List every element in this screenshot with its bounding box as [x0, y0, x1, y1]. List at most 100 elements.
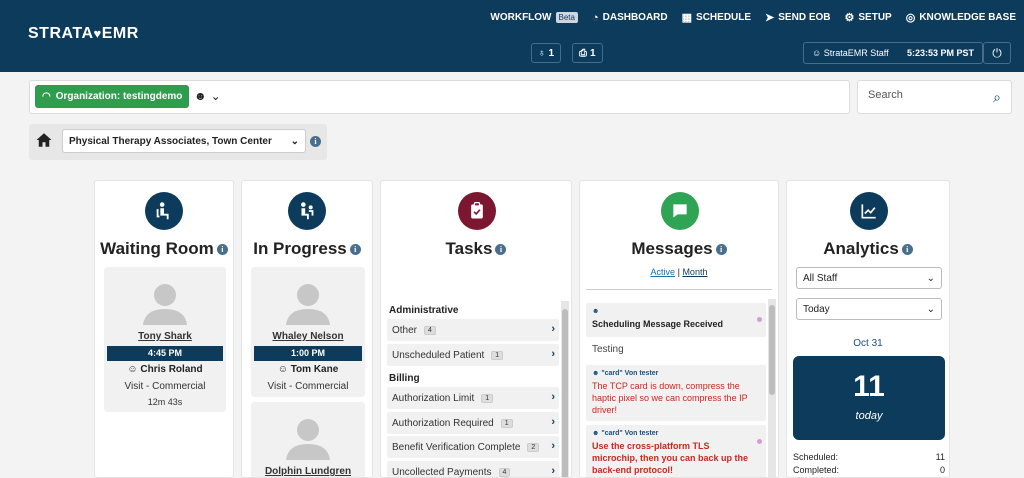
app-logo[interactable]: STRATA♥EMR: [28, 25, 139, 43]
scroll-thumb[interactable]: [562, 309, 568, 477]
task-section-label: Administrative: [389, 305, 459, 316]
analytics-date: Oct 31: [853, 338, 883, 349]
patient-name[interactable]: Tony Shark: [104, 331, 226, 342]
message-item[interactable]: ☻ Scheduling Message Received: [586, 303, 766, 337]
scroll-thumb[interactable]: [769, 305, 775, 395]
avatar: [143, 284, 187, 325]
provider-name: ☺ Chris Roland: [127, 364, 203, 375]
user-dropdown[interactable]: ☻ ⌄: [194, 89, 221, 103]
nav-schedule[interactable]: ▦ SCHEDULE: [682, 11, 751, 24]
speedometer-icon: ◠: [42, 91, 51, 102]
message-item[interactable]: ☻ "card" Von tester Use the cross-platfo…: [586, 425, 766, 477]
unread-dot: [757, 439, 762, 444]
task-item[interactable]: Other 4 ›: [387, 319, 559, 341]
messages-scrollbar[interactable]: [768, 299, 776, 477]
appointment-time: 4:45 PM: [107, 346, 223, 361]
organization-button[interactable]: ◠ Organization: testingdemo: [35, 85, 190, 108]
provider-icon: ☺: [277, 364, 288, 375]
info-icon[interactable]: i: [349, 244, 361, 256]
info-icon[interactable]: i: [901, 244, 913, 256]
task-item[interactable]: Unscheduled Patient 1 ›: [387, 344, 559, 366]
visit-type: Visit - Commercial: [267, 381, 349, 392]
tasks-column: Tasks i Administrative Other 4 › Unschedul…: [380, 180, 572, 478]
user-name-group: ☺ StrataEMR Staff: [812, 48, 889, 58]
patient-card[interactable]: Whaley Nelson 1:00 PM ☺ Tom Kane Visit -…: [251, 267, 365, 397]
info-icon[interactable]: i: [495, 244, 507, 256]
info-icon[interactable]: i: [216, 244, 228, 256]
message-title: Scheduling Message Received: [592, 319, 724, 329]
logo-suffix: EMR: [101, 25, 139, 42]
chevron-down-icon: ⌄: [290, 135, 299, 147]
home-icon[interactable]: [35, 131, 53, 149]
organization-bar: ◠ Organization: testingdemo ☻ ⌄: [29, 80, 850, 114]
column-title: Waiting Room i: [95, 239, 233, 259]
analytics-column: Analytics i All Staff ⌄ Today ⌄ Oct 31 11…: [786, 180, 950, 478]
nav-knowledge-base[interactable]: ◎ KNOWLEDGE BASE: [906, 11, 1016, 24]
divider: [586, 289, 772, 290]
user-icon: ☻: [194, 89, 207, 103]
stat-completed: Completed: 0: [793, 465, 945, 475]
user-icon: ☺: [812, 48, 822, 58]
search-icon[interactable]: ⌕: [993, 89, 1001, 106]
period-filter-select[interactable]: Today ⌄: [796, 298, 942, 320]
logout-button[interactable]: ⏻: [983, 42, 1011, 64]
column-title: In Progress i: [242, 239, 372, 259]
message-sender: ☻ "card" Von tester: [592, 370, 659, 377]
chevron-right-icon: ›: [551, 348, 555, 360]
location-select[interactable]: Physical Therapy Associates, Town Center…: [62, 129, 306, 153]
task-item[interactable]: Benefit Verification Complete 2 ›: [387, 436, 559, 458]
power-icon: ⏻: [992, 45, 1002, 60]
patient-card[interactable]: Dolphin Lundgren: [251, 402, 365, 477]
message-item[interactable]: ☻ "card" Von tester The TCP card is down…: [586, 365, 766, 421]
print-counter-button[interactable]: ⎙ 1: [572, 43, 603, 63]
messages-column: Messages i Active | Month ☻ Scheduling Me…: [579, 180, 779, 478]
printer-icon: ⎙: [579, 47, 587, 59]
beta-badge: Beta: [555, 12, 578, 23]
stat-scheduled: Scheduled: 11: [793, 452, 945, 462]
visit-type: Visit - Commercial: [124, 381, 206, 392]
logo-text: STRATA: [28, 25, 94, 42]
message-item[interactable]: Testing: [586, 339, 766, 361]
user-menu[interactable]: ☺ StrataEMR Staff 5:23:53 PM PST: [803, 42, 983, 64]
nav-setup[interactable]: ⚙ SETUP: [845, 11, 892, 24]
waiting-counter-button[interactable]: ♁ 1: [531, 43, 562, 63]
info-icon[interactable]: i: [310, 136, 321, 147]
task-item[interactable]: Uncollected Payments 4 ›: [387, 461, 559, 477]
message-tabs: Active | Month: [580, 267, 778, 277]
search-box: ⌕: [857, 80, 1012, 114]
column-title: Analytics i: [787, 239, 949, 259]
tasks-scrollbar[interactable]: [561, 301, 569, 477]
therapy-icon: [288, 192, 326, 230]
appointment-time: 1:00 PM: [254, 346, 362, 361]
column-title: Tasks i: [381, 239, 571, 259]
task-item[interactable]: Authorization Required 1 ›: [387, 412, 559, 434]
grid-icon: ▦: [681, 12, 693, 24]
task-count: 4: [424, 325, 436, 335]
send-icon: ➤: [765, 12, 775, 24]
tab-month[interactable]: Month: [682, 267, 707, 277]
task-count: 1: [481, 393, 494, 403]
info-icon[interactable]: i: [715, 244, 727, 256]
message-body: Use the cross-platform TLS microchip, th…: [592, 441, 749, 475]
gauge-icon: ◔: [591, 11, 599, 24]
count-label: today: [855, 410, 883, 422]
chat-bubble-icon: [661, 192, 699, 230]
provider-name: ☺ Tom Kane: [277, 364, 339, 375]
elapsed-time: 12m 43s: [147, 397, 183, 407]
nav-send-eob[interactable]: ➤ SEND EOB: [765, 11, 830, 24]
chevron-down-icon: ⌄: [210, 89, 221, 103]
patient-card[interactable]: Tony Shark 4:45 PM ☺ Chris Roland Visit …: [104, 267, 226, 412]
patient-name[interactable]: Whaley Nelson: [251, 331, 365, 342]
task-item[interactable]: Authorization Limit 1 ›: [387, 387, 559, 409]
patient-name[interactable]: Dolphin Lundgren: [251, 466, 365, 477]
task-count: 2: [527, 442, 540, 452]
in-progress-column: In Progress i Whaley Nelson 1:00 PM ☺ Tom…: [241, 180, 373, 478]
task-count: 1: [500, 418, 513, 428]
nav-dashboard[interactable]: ◔ DASHBOARD: [592, 12, 668, 24]
tab-active[interactable]: Active: [651, 267, 676, 277]
nav-workflow[interactable]: WORKFLOW Beta: [490, 12, 578, 23]
staff-filter-select[interactable]: All Staff ⌄: [796, 267, 942, 289]
search-input[interactable]: [868, 89, 978, 101]
message-sender: ☻ "card" Von tester: [592, 430, 659, 437]
chevron-right-icon: ›: [551, 440, 555, 452]
